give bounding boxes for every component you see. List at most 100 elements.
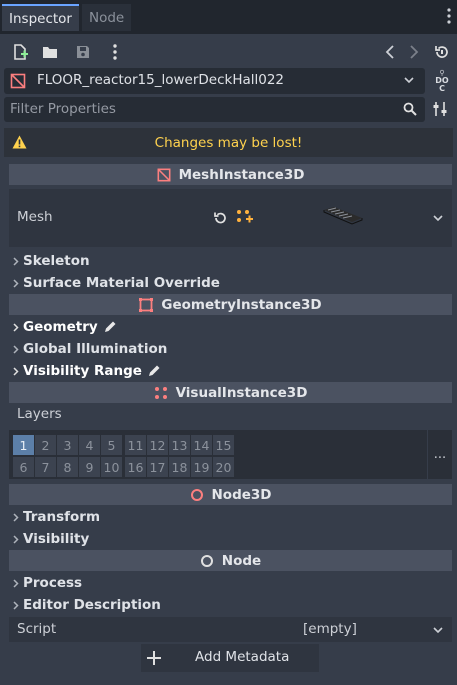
load-resource-icon[interactable] [38,40,62,64]
open-documentation-button[interactable]: ⚲ DO C [430,68,454,94]
group-global-illumination[interactable]: Global Illumination [13,338,167,359]
search-icon [403,102,417,116]
history-forward-icon[interactable] [402,40,426,64]
group-transform[interactable]: Transform [13,506,100,527]
chevron-right-icon [13,534,23,544]
section-node3d: Node3D [9,484,452,505]
add-metadata-button[interactable]: Add Metadata [141,644,319,672]
layer-cell[interactable]: 8 [57,457,78,477]
layer-cell[interactable]: 18 [169,457,190,477]
node-path-text: FLOOR_reactor15_lowerDeckHall022 [37,72,285,88]
chevron-right-icon [13,366,23,376]
save-resource-icon[interactable] [71,40,95,64]
chevron-right-icon [13,256,23,266]
mesh-instance-icon [10,73,26,89]
script-dropdown-chevron-icon[interactable] [433,626,443,634]
mesh-instance-icon [157,168,171,182]
doc-label-bottom: C [439,84,445,93]
layer-cell[interactable]: 1 [13,435,34,455]
add-metadata-label: Add Metadata [195,649,290,665]
filter-properties-input[interactable]: Filter Properties [4,97,425,122]
warning-banner: Changes may be lost! [4,128,453,157]
make-unique-icon[interactable] [236,209,254,227]
warning-text: Changes may be lost! [154,134,303,151]
layers-more-button[interactable]: ... [428,430,452,479]
geometry-instance-icon [139,297,154,312]
layer-cell[interactable]: 3 [57,435,78,455]
group-geometry[interactable]: Geometry [13,316,117,337]
chevron-right-icon [13,578,23,588]
visual-instance-icon [154,386,168,400]
history-back-icon[interactable] [378,40,402,64]
layer-cell[interactable]: 16 [125,457,146,477]
script-label: Script [17,621,57,637]
chevron-down-icon [404,76,414,84]
layer-cell[interactable]: 4 [79,435,100,455]
layer-cell[interactable]: 19 [191,457,212,477]
revert-icon[interactable] [212,210,228,226]
chevron-right-icon [13,512,23,522]
node-path-selector[interactable]: FLOOR_reactor15_lowerDeckHall022 [4,68,425,94]
layer-cell[interactable]: 12 [147,435,168,455]
tab-inspector[interactable]: Inspector [2,4,79,31]
group-label: Skeleton [23,252,90,269]
layers-label: Layers [17,406,62,422]
section-visualinstance3d: VisualInstance3D [9,382,452,403]
node3d-icon [190,488,204,502]
group-label: Process [23,574,83,591]
layer-cell[interactable]: 10 [101,457,122,477]
add-icon [147,651,161,665]
object-history-icon[interactable] [430,40,454,64]
group-label: Geometry [23,318,98,335]
mesh-label: Mesh [17,209,53,225]
more-options-icon[interactable] [103,40,127,64]
section-title: Node [221,552,262,569]
group-visibility-range[interactable]: Visibility Range [13,360,161,381]
filter-placeholder: Filter Properties [10,101,116,117]
section-meshinstance3d: MeshInstance3D [9,164,452,185]
group-label: Editor Description [23,596,161,613]
layer-cell[interactable]: 9 [79,457,100,477]
chevron-right-icon [13,278,23,288]
chevron-right-icon [13,600,23,610]
group-label: Global Illumination [23,340,168,357]
layer-cell[interactable]: 14 [191,435,212,455]
pencil-icon [148,364,161,377]
group-label: Visibility Range [23,362,142,379]
script-value[interactable]: [empty] [303,621,357,637]
layer-cell[interactable]: 15 [213,435,234,455]
mesh-preview-thumbnail[interactable] [322,204,364,228]
group-surface-material-override[interactable]: Surface Material Override [13,272,220,293]
dock-menu-icon[interactable] [447,8,451,24]
layer-cell[interactable]: 5 [101,435,122,455]
group-label: Visibility [23,530,90,547]
section-geometryinstance3d: GeometryInstance3D [9,294,452,315]
section-node: Node [9,550,452,571]
new-resource-icon[interactable] [8,40,32,64]
group-editor-description[interactable]: Editor Description [13,594,161,615]
section-title: MeshInstance3D [178,166,305,183]
section-title: GeometryInstance3D [161,296,322,313]
mesh-dropdown-chevron-icon[interactable] [433,214,443,222]
script-property-row [9,617,452,642]
section-title: VisualInstance3D [175,384,308,401]
mesh-property-row [9,189,452,247]
tab-node[interactable]: Node [82,4,132,31]
warning-icon [12,135,27,149]
layer-cell[interactable]: 17 [147,457,168,477]
layer-cell[interactable]: 13 [169,435,190,455]
layer-cell[interactable]: 2 [35,435,56,455]
layer-cell[interactable]: 6 [13,457,34,477]
pencil-icon [104,320,117,333]
layer-cell[interactable]: 20 [213,457,234,477]
group-label: Transform [23,508,101,525]
layer-cell[interactable]: 7 [35,457,56,477]
property-tools-icon[interactable] [432,101,448,117]
section-title: Node3D [211,486,272,503]
group-visibility[interactable]: Visibility [13,528,89,549]
group-skeleton[interactable]: Skeleton [13,250,90,271]
chevron-right-icon [13,344,23,354]
group-process[interactable]: Process [13,572,82,593]
group-label: Surface Material Override [23,274,220,291]
layer-cell[interactable]: 11 [125,435,146,455]
